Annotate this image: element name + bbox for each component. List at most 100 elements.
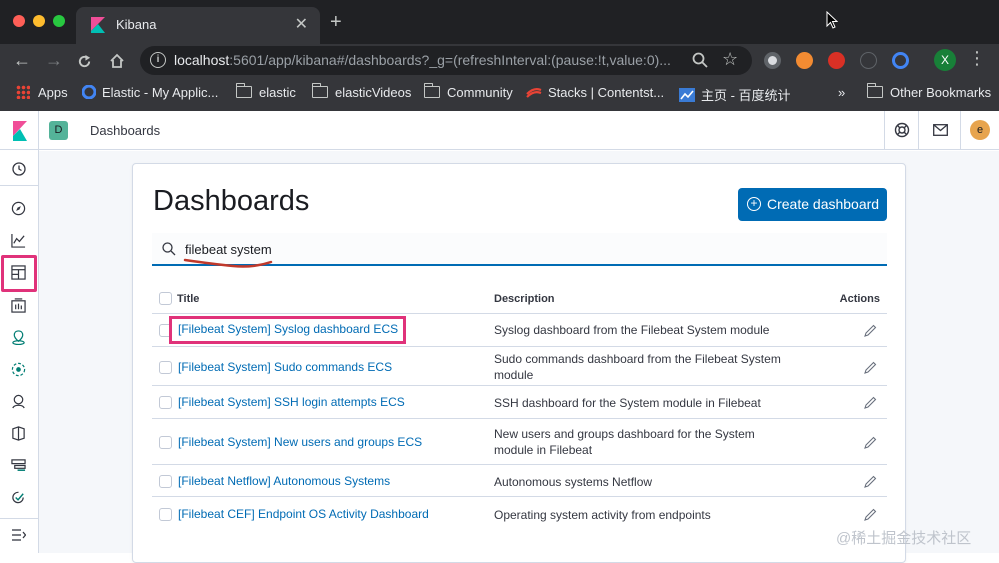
chrome-ext-icon[interactable] [764, 52, 781, 69]
row-checkbox[interactable] [159, 396, 172, 409]
space-avatar[interactable]: D [49, 121, 68, 140]
kibana-header: D Dashboards e [0, 111, 999, 150]
red-underline-annotation [183, 258, 273, 268]
bookmark-elastic-folder[interactable]: elastic [236, 83, 296, 100]
nav-divider [0, 518, 39, 519]
maximize-window-button[interactable] [53, 15, 65, 27]
bookmarks-bar: Apps Elastic - My Applic... elastic elas… [0, 77, 999, 111]
page-title: Dashboards [153, 185, 310, 217]
header-divider [38, 111, 39, 150]
pencil-icon[interactable] [864, 508, 877, 521]
dashboard-title-link[interactable]: [Filebeat CEF] Endpoint OS Activity Dash… [178, 507, 429, 521]
bookmark-stacks[interactable]: Stacks | Contentst... [526, 85, 664, 100]
breadcrumb: Dashboards [90, 123, 161, 138]
bookmarks-overflow-chevron[interactable]: » [838, 85, 845, 100]
column-description: Description [494, 293, 555, 305]
column-title[interactable]: Title [177, 293, 199, 305]
kibana-logo-icon [91, 17, 105, 33]
create-dashboard-button[interactable]: + Create dashboard [738, 188, 887, 221]
tab-close-icon[interactable]: ✕ [295, 14, 308, 34]
new-tab-button[interactable]: + [330, 12, 342, 32]
dashboard-description: Syslog dashboard from the Filebeat Syste… [494, 323, 770, 337]
dashboard-icon[interactable] [11, 265, 26, 280]
bookmark-elasticvideos-folder[interactable]: elasticVideos [312, 83, 411, 100]
browser-toolbar: ← → i localhost:5601/app/kibana#/dashboa… [0, 44, 999, 77]
infrastructure-icon[interactable] [11, 394, 26, 409]
pencil-icon[interactable] [864, 396, 877, 409]
row-checkbox[interactable] [159, 508, 172, 521]
dashboard-title-link[interactable]: [Filebeat Netflow] Autonomous Systems [178, 474, 390, 488]
table-row: [Filebeat CEF] Endpoint OS Activity Dash… [152, 497, 887, 533]
header-divider [884, 111, 885, 150]
bookmark-other-bookmarks[interactable]: Other Bookmarks [867, 83, 991, 100]
header-divider [960, 111, 961, 150]
discover-icon[interactable] [11, 201, 26, 216]
logs-icon[interactable] [11, 426, 26, 441]
circle-ext-icon[interactable] [892, 52, 909, 69]
select-all-checkbox[interactable] [159, 292, 172, 305]
clock-icon[interactable] [12, 162, 26, 176]
pencil-icon[interactable] [864, 475, 877, 488]
apm-icon[interactable] [11, 458, 26, 473]
dashboard-title-link[interactable]: [Filebeat System] Sudo commands ECS [178, 360, 392, 374]
collapse-icon[interactable] [12, 529, 26, 541]
ml-icon[interactable] [11, 362, 26, 377]
url-text: localhost:5601/app/kibana#/dashboards?_g… [174, 52, 671, 68]
pencil-icon[interactable] [864, 361, 877, 374]
table-row: [Filebeat Netflow] Autonomous Systems Au… [152, 465, 887, 497]
uptime-icon[interactable] [11, 490, 26, 505]
pencil-icon[interactable] [864, 324, 877, 337]
help-lifebuoy-icon[interactable] [894, 122, 910, 138]
dashboard-title-link[interactable]: [Filebeat System] New users and groups E… [178, 435, 422, 449]
bookmark-elastic-my-apps[interactable]: Elastic - My Applic... [82, 85, 218, 100]
kibana-side-nav [0, 150, 39, 553]
close-window-button[interactable] [13, 15, 25, 27]
table-row: [Filebeat System] SSH login attempts ECS… [152, 386, 887, 419]
browser-menu-icon[interactable]: ⋮ [968, 48, 986, 69]
info-ext-icon[interactable] [860, 52, 877, 69]
minimize-window-button[interactable] [33, 15, 45, 27]
network-ext-icon[interactable] [796, 52, 813, 69]
mouse-cursor-icon [826, 11, 838, 29]
create-dashboard-label: Create dashboard [767, 196, 880, 212]
folder-icon [312, 83, 328, 98]
user-avatar[interactable]: e [970, 120, 990, 140]
header-divider [918, 111, 919, 150]
dashboards-panel: Dashboards + Create dashboard filebeat s… [132, 163, 906, 563]
reload-icon[interactable] [77, 54, 92, 69]
back-arrow-icon[interactable]: ← [11, 49, 33, 71]
folder-icon [236, 83, 252, 98]
bookmark-baidu-tongji[interactable]: 主页 - 百度统计 [679, 85, 791, 104]
bookmark-star-icon[interactable]: ☆ [722, 49, 738, 70]
home-icon[interactable] [109, 53, 125, 68]
canvas-icon[interactable] [11, 298, 26, 313]
address-bar[interactable]: i localhost:5601/app/kibana#/dashboards?… [140, 46, 752, 75]
column-actions: Actions [839, 293, 880, 305]
row-checkbox[interactable] [159, 475, 172, 488]
dashboard-description: SSH dashboard for the System module in F… [494, 396, 761, 410]
table-row: [Filebeat System] Sudo commands ECS Sudo… [152, 347, 887, 386]
browser-tab-kibana[interactable]: Kibana ✕ [76, 7, 320, 44]
row-checkbox[interactable] [159, 361, 172, 374]
bookmark-community-folder[interactable]: Community [424, 83, 513, 100]
block-ext-icon[interactable] [828, 52, 845, 69]
zoom-icon[interactable] [692, 52, 708, 68]
row-checkbox[interactable] [159, 436, 172, 449]
search-value: filebeat system [185, 242, 272, 257]
forward-arrow-icon[interactable]: → [43, 49, 65, 71]
elastic-icon [82, 85, 96, 99]
visualize-icon[interactable] [11, 233, 26, 248]
profile-avatar[interactable]: X [934, 49, 956, 71]
mail-icon[interactable] [933, 124, 948, 136]
dashboard-description: New users and groups dashboard for the S… [494, 427, 755, 457]
bookmark-apps[interactable]: Apps [16, 85, 68, 100]
search-icon [162, 242, 176, 256]
pencil-icon[interactable] [864, 436, 877, 449]
dashboard-title-link[interactable]: [Filebeat System] SSH login attempts ECS [178, 395, 405, 409]
stacks-icon [526, 88, 542, 98]
tab-title: Kibana [116, 17, 157, 32]
maps-icon[interactable] [11, 330, 26, 345]
kibana-logo-icon[interactable] [12, 121, 28, 141]
site-info-icon[interactable]: i [150, 52, 166, 68]
apps-grid-icon [16, 85, 30, 99]
